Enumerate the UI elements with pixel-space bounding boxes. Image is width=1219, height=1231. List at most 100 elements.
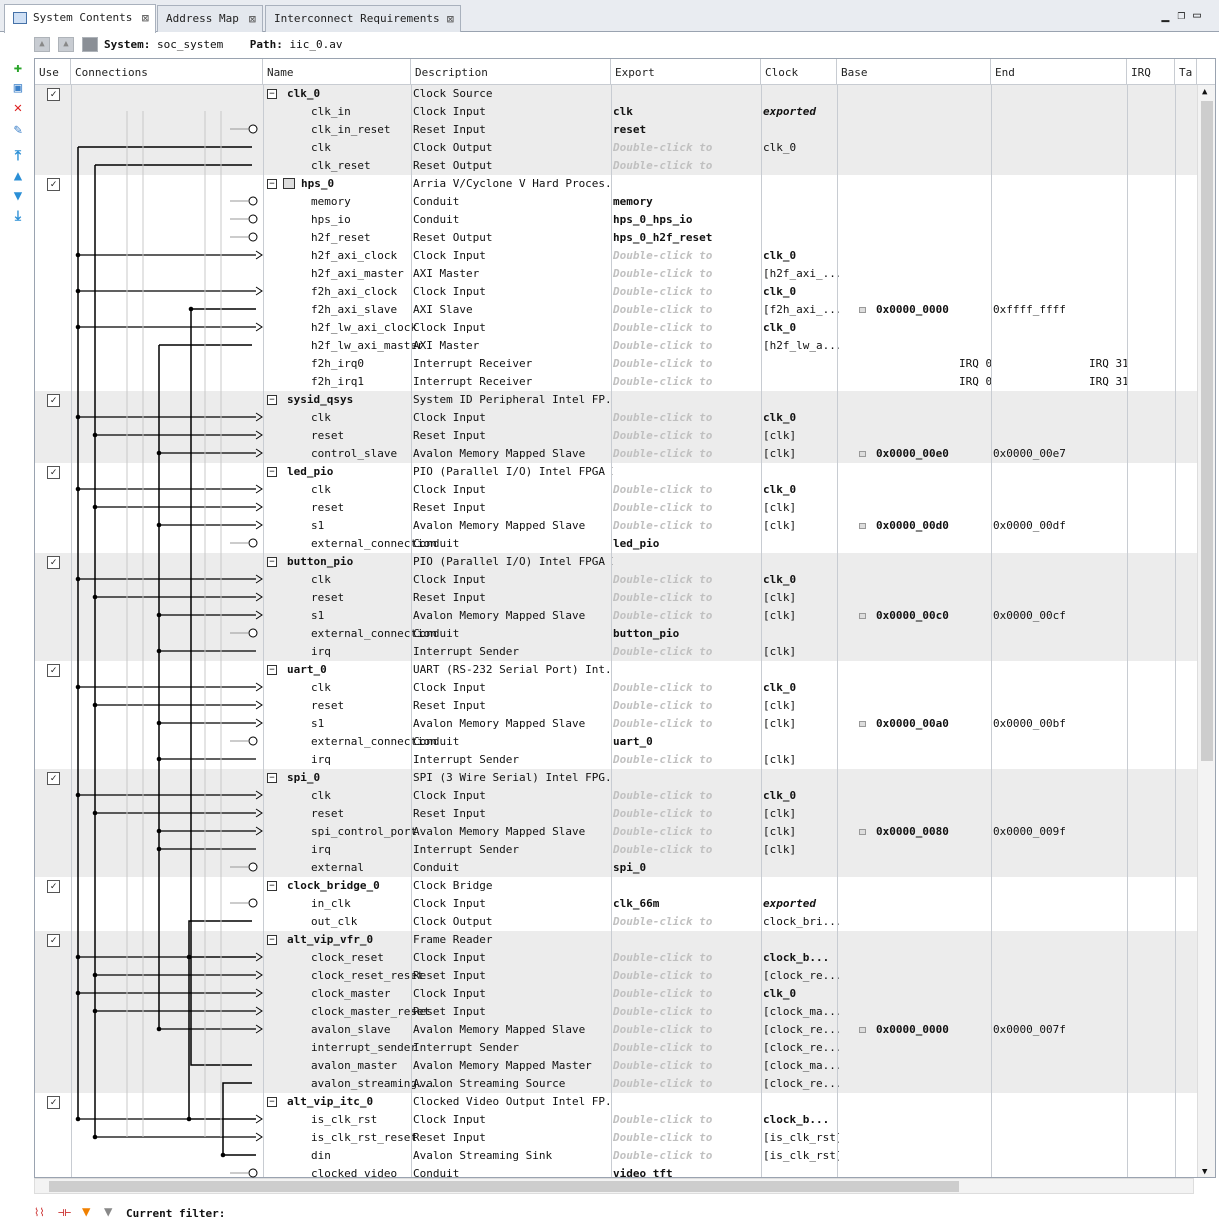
clock-value[interactable]: [clk]	[763, 445, 839, 463]
export-placeholder[interactable]: Double-click to	[613, 1039, 761, 1057]
move-down-icon[interactable]: ▼	[10, 188, 26, 204]
component-name[interactable]: alt_vip_itc_0	[287, 1093, 373, 1111]
clock-value[interactable]: [clock_re...	[763, 967, 839, 985]
export-placeholder[interactable]: Double-click to	[613, 499, 761, 517]
export-placeholder[interactable]: Double-click to	[613, 787, 761, 805]
waveform-icon[interactable]: ⌇⌇	[34, 1206, 45, 1219]
clock-value[interactable]: [clk]	[763, 697, 839, 715]
interface-name[interactable]: h2f_lw_axi_clock	[287, 319, 417, 337]
export-placeholder[interactable]: Double-click to	[613, 373, 761, 391]
clock-value[interactable]: clock_b...	[763, 1111, 839, 1129]
lock-icon[interactable]	[859, 451, 866, 457]
export-placeholder[interactable]: Double-click to	[613, 247, 761, 265]
remove-icon[interactable]: ✕	[10, 100, 26, 116]
export-placeholder[interactable]: Double-click to	[613, 1003, 761, 1021]
collapse-toggle-icon[interactable]: −	[267, 467, 277, 477]
interface-name[interactable]: reset	[287, 805, 344, 823]
export-value[interactable]: clk_66m	[613, 895, 761, 913]
export-placeholder[interactable]: Double-click to	[613, 337, 761, 355]
clock-value[interactable]: [clock_ma...	[763, 1003, 839, 1021]
interface-name[interactable]: avalon_slave	[287, 1021, 390, 1039]
clock-value[interactable]: [h2f_axi_...	[763, 265, 839, 283]
clock-value[interactable]: [clock_ma...	[763, 1057, 839, 1075]
export-placeholder[interactable]: Double-click to	[613, 445, 761, 463]
interface-name[interactable]: clk	[287, 787, 331, 805]
export-placeholder[interactable]: Double-click to	[613, 319, 761, 337]
col-clock[interactable]: Clock	[761, 59, 837, 85]
export-placeholder[interactable]: Double-click to	[613, 967, 761, 985]
clear-filter-icon[interactable]: ▼	[104, 1204, 112, 1220]
interface-name[interactable]: h2f_axi_master	[287, 265, 404, 283]
move-to-bottom-icon[interactable]: ⤓	[10, 208, 26, 224]
clock-value[interactable]: [clk]	[763, 517, 839, 535]
clock-value[interactable]: clk_0	[763, 319, 839, 337]
export-placeholder[interactable]: Double-click to	[613, 949, 761, 967]
interface-name[interactable]: reset	[287, 427, 344, 445]
export-placeholder[interactable]: Double-click to	[613, 751, 761, 769]
lock-icon[interactable]	[859, 307, 866, 313]
connections-diagram[interactable]	[34, 84, 264, 1178]
move-top-icon[interactable]: ▲	[34, 37, 50, 52]
component-name[interactable]: led_pio	[287, 463, 333, 481]
interface-name[interactable]: reset	[287, 499, 344, 517]
clock-value[interactable]: clk_0	[763, 139, 839, 157]
fit-icon[interactable]: ⊣⊢	[58, 1206, 71, 1219]
export-placeholder[interactable]: Double-click to	[613, 697, 761, 715]
interface-name[interactable]: clock_master	[287, 985, 390, 1003]
scroll-thumb[interactable]	[1201, 101, 1213, 761]
restore-icon[interactable]: ❐	[1177, 8, 1193, 23]
export-placeholder[interactable]: Double-click to	[613, 481, 761, 499]
lock-icon[interactable]	[859, 523, 866, 529]
scroll-up-icon[interactable]: ▲	[1202, 87, 1207, 97]
interface-name[interactable]: is_clk_rst_reset	[287, 1129, 417, 1147]
export-placeholder[interactable]: Double-click to	[613, 283, 761, 301]
interface-name[interactable]: in_clk	[287, 895, 351, 913]
interface-name[interactable]: irq	[287, 841, 331, 859]
clock-value[interactable]: exported	[763, 895, 839, 913]
export-value[interactable]: reset	[613, 121, 761, 139]
collapse-toggle-icon[interactable]: −	[267, 935, 277, 945]
interface-name[interactable]: avalon_master	[287, 1057, 397, 1075]
clock-value[interactable]: exported	[763, 103, 839, 121]
clock-value[interactable]: [clk]	[763, 427, 839, 445]
interface-name[interactable]: clk	[287, 679, 331, 697]
clock-value[interactable]: [clock_re...	[763, 1075, 839, 1093]
col-description[interactable]: Description	[411, 59, 611, 85]
interface-name[interactable]: clk	[287, 139, 331, 157]
interface-name[interactable]: s1	[287, 607, 324, 625]
collapse-toggle-icon[interactable]: −	[267, 665, 277, 675]
component-name[interactable]: clk_0	[287, 85, 320, 103]
base-address[interactable]: 0x0000_00c0	[859, 607, 989, 625]
clock-value[interactable]: [clk]	[763, 643, 839, 661]
lock-icon[interactable]	[859, 721, 866, 727]
export-placeholder[interactable]: Double-click to	[613, 265, 761, 283]
clock-value[interactable]: clock_b...	[763, 949, 839, 967]
export-placeholder[interactable]: Double-click to	[613, 913, 761, 931]
component-name[interactable]: uart_0	[287, 661, 327, 679]
export-placeholder[interactable]: Double-click to	[613, 805, 761, 823]
base-address[interactable]: 0x0000_0080	[859, 823, 989, 841]
interface-name[interactable]: clock_reset	[287, 949, 384, 967]
collapse-toggle-icon[interactable]: −	[267, 89, 277, 99]
clock-value[interactable]: clk_0	[763, 247, 839, 265]
clock-value[interactable]: clk_0	[763, 571, 839, 589]
export-placeholder[interactable]: Double-click to	[613, 841, 761, 859]
interface-name[interactable]: memory	[287, 193, 351, 211]
lock-icon[interactable]	[859, 613, 866, 619]
interface-name[interactable]: reset	[287, 697, 344, 715]
export-value[interactable]: uart_0	[613, 733, 761, 751]
export-placeholder[interactable]: Double-click to	[613, 355, 761, 373]
export-placeholder[interactable]: Double-click to	[613, 1129, 761, 1147]
interface-name[interactable]: clk	[287, 409, 331, 427]
tab-system-contents[interactable]: System Contents ⊠	[4, 4, 156, 33]
export-placeholder[interactable]: Double-click to	[613, 409, 761, 427]
clock-value[interactable]: [is_clk_rst]	[763, 1147, 839, 1165]
clock-value[interactable]: [clk]	[763, 499, 839, 517]
clock-value[interactable]: [clk]	[763, 589, 839, 607]
interface-name[interactable]: external	[287, 859, 364, 877]
interface-name[interactable]: clk_in	[287, 103, 351, 121]
component-name[interactable]: sysid_qsys	[287, 391, 353, 409]
export-value[interactable]: memory	[613, 193, 761, 211]
clock-value[interactable]: [f2h_axi_...	[763, 301, 839, 319]
component-name[interactable]: clock_bridge_0	[287, 877, 380, 895]
